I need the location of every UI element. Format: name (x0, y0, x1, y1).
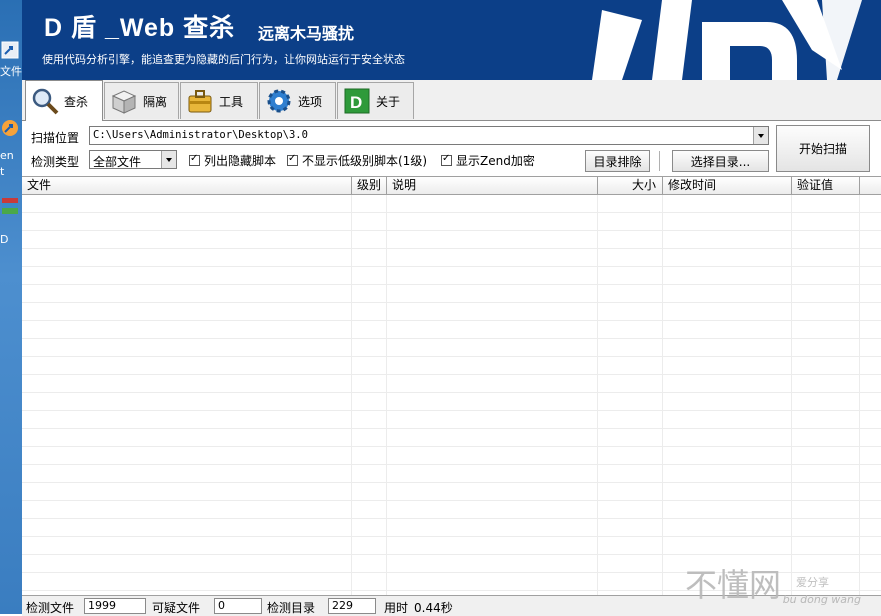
select-dir-button[interactable]: 选择目录... (672, 150, 769, 172)
suspicious-files-value: 0 (214, 598, 262, 614)
archive-icon[interactable] (0, 196, 20, 216)
divider (659, 151, 660, 171)
show-zend-checkbox[interactable]: 显示Zend加密 (441, 152, 535, 169)
shortcut-icon[interactable] (0, 118, 20, 138)
gear-icon (267, 89, 291, 113)
checkbox-box[interactable] (441, 153, 452, 166)
toolbox-icon (188, 90, 212, 113)
header-banner: D 盾 _Web 查杀 远离木马骚扰 使用代码分析引擎，能追查更为隐藏的后门行为… (22, 0, 881, 80)
magnifier-icon (32, 88, 59, 115)
detection-type-select[interactable]: 全部文件 (89, 150, 177, 169)
files-checked-value: 1999 (84, 598, 146, 614)
desktop-label: en (0, 149, 14, 162)
grid-line (662, 195, 663, 595)
d-shield-logo-icon (592, 0, 862, 80)
grid-line (386, 195, 387, 595)
column-header-size[interactable]: 大小 (598, 177, 663, 194)
app-tagline: 远离木马骚扰 (258, 24, 355, 43)
grid-line (351, 195, 352, 595)
tab-bar: 查杀 隔离 工具 选项 D 关于 (22, 80, 881, 121)
tab-quarantine[interactable]: 隔离 (104, 82, 179, 119)
scan-path-combobox[interactable]: C:\Users\Administrator\Desktop\3.0 (89, 126, 769, 145)
column-header-description[interactable]: 说明 (387, 177, 598, 194)
desktop-label: D (0, 233, 9, 246)
dirs-checked-label: 检测目录 (267, 601, 316, 615)
elapsed-value: 0.44秒 (414, 601, 453, 615)
desktop-strip: 文件 en t D (0, 0, 22, 614)
desktop-label: 文件 (0, 65, 22, 78)
suspicious-files-label: 可疑文件 (152, 601, 201, 615)
column-header-level[interactable]: 级别 (352, 177, 387, 194)
detection-type-label: 检测类型 (31, 155, 80, 169)
scan-path-value: C:\Users\Administrator\Desktop\3.0 (93, 129, 308, 141)
results-table[interactable]: 文件 级别 说明 大小 修改时间 验证值 (22, 176, 881, 595)
watermark-slogan: 爱分享 (796, 576, 829, 589)
files-checked-label: 检测文件 (26, 601, 75, 615)
box-icon (111, 90, 137, 114)
tab-about[interactable]: D 关于 (337, 82, 414, 119)
column-header-modified-time[interactable]: 修改时间 (663, 177, 792, 194)
detection-type-value: 全部文件 (93, 155, 142, 169)
app-title: D 盾 _Web 查杀 (44, 14, 236, 42)
table-header: 文件 级别 说明 大小 修改时间 验证值 (22, 177, 881, 195)
scan-panel: 扫描位置 C:\Users\Administrator\Desktop\3.0 … (22, 120, 881, 616)
checkbox-label: 不显示低级别脚本(1级) (302, 154, 427, 168)
tab-label: 工具 (219, 94, 244, 109)
tab-label: 查杀 (64, 94, 89, 109)
elapsed-label: 用时 (384, 601, 409, 615)
d-logo-icon: D (344, 88, 370, 114)
tab-label: 隔离 (143, 94, 168, 109)
grid-line (791, 195, 792, 595)
watermark-pinyin: bu dong wang (782, 593, 861, 606)
tab-label: 关于 (376, 94, 401, 109)
dirs-checked-value: 229 (328, 598, 376, 614)
checkbox-label: 显示Zend加密 (456, 154, 535, 168)
hide-low-level-checkbox[interactable]: 不显示低级别脚本(1级) (287, 152, 427, 169)
app-description: 使用代码分析引擎，能追查更为隐藏的后门行为，让你网站运行于安全状态 (42, 53, 405, 66)
grid-line (597, 195, 598, 595)
start-scan-button[interactable]: 开始扫描 (776, 125, 870, 172)
column-header-checksum[interactable]: 验证值 (792, 177, 860, 194)
checkbox-box[interactable] (189, 153, 200, 166)
exclude-dir-button[interactable]: 目录排除 (585, 150, 650, 172)
tab-scan[interactable]: 查杀 (25, 80, 103, 121)
tab-label: 选项 (298, 94, 323, 109)
column-header-file[interactable]: 文件 (22, 177, 352, 194)
checkbox-box[interactable] (287, 153, 298, 166)
shortcut-icon[interactable] (0, 40, 20, 60)
app-window: D 盾 _Web 查杀 远离木马骚扰 使用代码分析引擎，能追查更为隐藏的后门行为… (22, 0, 881, 616)
checkbox-label: 列出隐藏脚本 (204, 154, 277, 168)
list-hidden-scripts-checkbox[interactable]: 列出隐藏脚本 (189, 152, 276, 169)
table-body (22, 195, 881, 595)
svg-text:D: D (350, 93, 362, 112)
tab-options[interactable]: 选项 (259, 82, 336, 119)
watermark-logo: 不懂网 (684, 566, 781, 604)
scan-location-label: 扫描位置 (31, 131, 80, 145)
tab-tools[interactable]: 工具 (180, 82, 258, 119)
chevron-down-icon[interactable] (161, 151, 176, 168)
grid-line (859, 195, 860, 595)
desktop-label: t (0, 165, 5, 178)
chevron-down-icon[interactable] (753, 127, 768, 144)
